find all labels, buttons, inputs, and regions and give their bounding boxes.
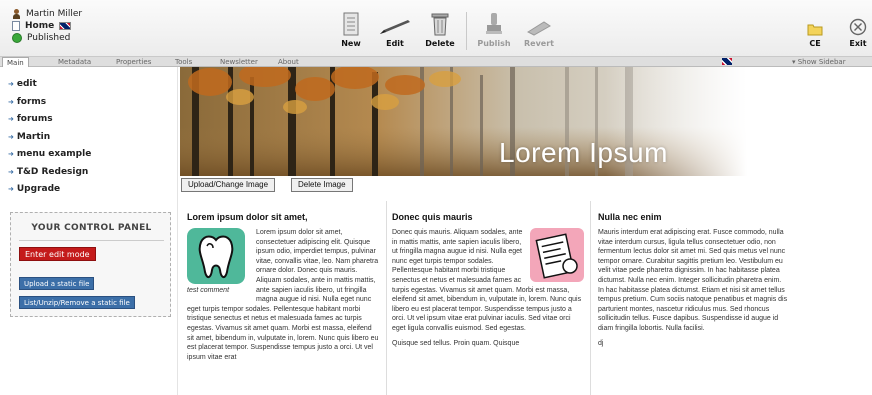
upload-change-image-button[interactable]: Upload/Change Image [181,178,276,192]
arrow-right-icon: ➜ [8,133,14,141]
content-column-2: Donec quis mauris Donec quis mauris. Ali… [392,201,584,395]
edit-button[interactable]: Edit [370,10,420,48]
sidebar: ➜ edit ➜ forms ➜ forums ➜ Martin ➜ menu examp… [0,67,178,395]
arrow-right-icon: ➜ [8,98,14,106]
new-document-icon [326,10,376,36]
user-icon [12,9,21,19]
column-heading: Nulla nec enim [598,212,662,222]
revert-button[interactable]: Revert [514,10,564,48]
content-column-3: Nulla nec enim Mauris interdum erat adip… [598,201,788,395]
delete-image-button[interactable]: Delete Image [291,178,353,192]
tooth-figure: test comment [187,228,251,294]
tab-metadata[interactable]: Metadata [54,57,95,67]
banner-title: Lorem Ipsum [499,137,668,168]
toolbar-divider [466,12,467,50]
dental-chart-image [530,228,584,282]
arrow-right-icon: ➜ [8,185,14,193]
control-panel: YOUR CONTROL PANEL Enter edit mode Uploa… [10,212,171,317]
arrow-right-icon: ➜ [8,80,14,88]
pen-icon [370,10,420,36]
tab-properties[interactable]: Properties [112,57,155,67]
column-divider [386,201,387,395]
new-button[interactable]: New [326,10,376,48]
sidebar-item-forms[interactable]: ➜ forms [8,96,46,108]
published-icon [12,33,22,43]
user-info: Martin Miller Home Published [12,8,82,44]
sidebar-item-martin[interactable]: ➜ Martin [8,131,50,143]
tooth-image [187,228,245,284]
content-column-1: Lorem ipsum dolor sit amet, test comment… [187,201,380,395]
uk-flag-icon[interactable] [59,22,72,30]
stamp-icon [469,10,519,36]
arrow-right-icon: ➜ [8,168,14,176]
trash-icon [415,10,465,36]
banner-image: Lorem Ipsum [180,67,747,176]
tab-main[interactable]: Main [2,57,29,67]
column-paragraph: dj [598,339,604,347]
image-caption: test comment [187,287,230,294]
column-paragraph: Quisque sed tellus. Proin quam. Quisque [392,339,520,347]
sidebar-item-menu-example[interactable]: ➜ menu example [8,148,91,160]
tab-strip: Main Metadata Properties Tools Newslette… [0,57,872,67]
column-divider [590,201,591,395]
column-heading: Donec quis mauris [392,212,473,222]
delete-button[interactable]: Delete [415,10,465,48]
user-name: Martin Miller [26,9,83,19]
tab-about[interactable]: About [274,57,303,67]
sidebar-item-td-redesign[interactable]: ➜ T&D Redesign [8,166,88,178]
sidebar-item-forums[interactable]: ➜ forums [8,113,53,125]
list-static-file-button[interactable]: List/Unzip/Remove a static file [19,296,135,309]
enter-edit-mode-button[interactable]: Enter edit mode [19,247,96,261]
eraser-icon [514,10,564,36]
upload-static-file-button[interactable]: Upload a static file [19,277,95,290]
close-icon [833,10,872,36]
exit-button[interactable]: Exit [833,10,872,48]
arrow-right-icon: ➜ [8,115,14,123]
sidebar-item-upgrade[interactable]: ➜ Upgrade [8,183,60,195]
control-panel-title: YOUR CONTROL PANEL [31,223,152,233]
tab-tools[interactable]: Tools [171,57,196,67]
page-icon [12,21,20,31]
show-sidebar-toggle[interactable]: ▾ Show Sidebar [792,57,846,67]
column-paragraph: Mauris interdum erat adipiscing erat. Fu… [598,229,788,332]
page-name[interactable]: Home [25,20,54,32]
publish-button[interactable]: Publish [469,10,519,48]
language-flag-icon[interactable] [722,58,732,65]
tab-newsletter[interactable]: Newsletter [216,57,262,67]
column-heading: Lorem ipsum dolor sit amet, [187,212,308,222]
sidebar-item-edit[interactable]: ➜ edit [8,78,37,90]
toolbar: Martin Miller Home Published New Edit De… [0,0,872,57]
publish-status: Published [27,33,71,43]
arrow-right-icon: ➜ [8,150,14,158]
divider [19,240,164,241]
